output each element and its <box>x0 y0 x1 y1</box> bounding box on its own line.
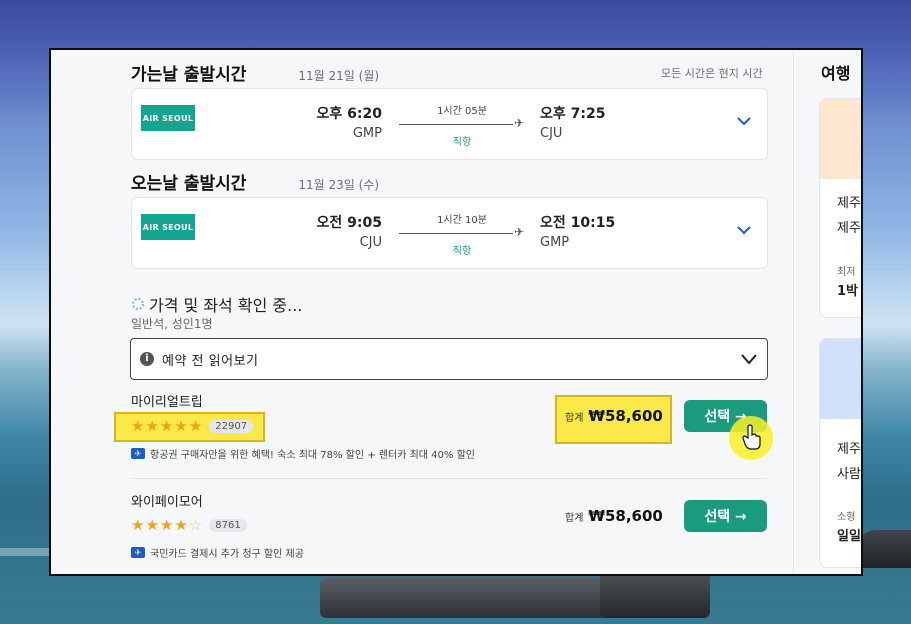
hotel-card-price: 1박 <box>837 284 859 299</box>
outbound-title: 가는날 출발시간 <box>131 65 247 85</box>
notice-label: 예약 전 읽어보기 <box>162 354 259 369</box>
rock <box>320 578 610 618</box>
flight-detail-page: 가는날 출발시간 11월 21일 (월) 모든 시간은 현지 시간 AIR SE… <box>51 50 861 574</box>
review-count: 8761 <box>209 518 247 532</box>
departure-airport: CJU <box>359 235 382 250</box>
car-card-price: 일일 <box>837 529 861 544</box>
inbound-flight-card[interactable]: AIR SEOUL 오전 9:05 CJU 1시간 10분 ✈ 직항 오전 10… <box>131 197 768 269</box>
car-card-image <box>820 339 861 419</box>
price-check-status: 가격 및 좌석 확인 중... <box>131 292 302 316</box>
star-icon: ★ <box>159 417 174 435</box>
price-value: ₩58,600 <box>588 507 663 525</box>
departure-time: 오전 9:05 <box>316 215 382 231</box>
inbound-date: 11월 23일 (수) <box>298 178 380 192</box>
half-star-icon: ☆ <box>188 516 203 534</box>
departure-time: 오후 6:20 <box>316 106 382 122</box>
promo-text: 국민카드 결제시 추가 청구 할인 제공 <box>150 549 304 560</box>
card-icon: ✈ <box>131 547 145 558</box>
star-icon: ★ <box>174 417 188 435</box>
star-rating: ★ ★ ★ ★ ☆ 8761 <box>131 516 247 534</box>
inbound-title: 오는날 출발시간 <box>131 174 247 194</box>
panel-divider <box>793 50 794 574</box>
star-rating: ★ ★ ★ ★ ★ 22907 <box>131 417 254 435</box>
outbound-header: 가는날 출발시간 11월 21일 (월) <box>131 60 379 85</box>
hotel-card-subtitle: 제주 <box>837 221 861 236</box>
departure-airport: GMP <box>352 126 382 141</box>
hotel-card-image <box>820 99 861 179</box>
total-label: 합계 <box>565 413 584 424</box>
inbound-header: 오는날 출발시간 11월 23일 (수) <box>131 169 379 194</box>
plane-icon: ✈ <box>514 116 525 130</box>
direct-flight-label: 직항 <box>452 137 472 148</box>
chevron-down-icon[interactable] <box>736 222 752 238</box>
plane-icon: ✈ <box>514 225 525 239</box>
browser-window: 가는날 출발시간 11월 21일 (월) 모든 시간은 현지 시간 AIR SE… <box>49 48 863 576</box>
rock <box>858 530 911 568</box>
sidebar-title: 여행 <box>821 64 851 83</box>
total-price: 합계 ₩58,600 <box>565 507 663 525</box>
hand-pointer-icon <box>742 424 761 450</box>
hotel-card-title: 제주 <box>837 196 861 211</box>
total-label: 합계 <box>565 513 584 524</box>
select-button[interactable]: 선택 → <box>684 500 767 532</box>
arrival-time: 오후 7:25 <box>540 106 606 122</box>
arrival-airport: CJU <box>540 126 563 141</box>
flight-duration: 1시간 05분 <box>437 106 487 117</box>
route-line <box>399 233 513 234</box>
car-card-subtitle: 사람 <box>837 467 861 482</box>
price-value: ₩58,600 <box>588 407 663 425</box>
star-icon: ★ <box>174 516 188 534</box>
star-icon: ★ <box>188 417 203 435</box>
air-seoul-logo: AIR SEOUL <box>141 105 195 131</box>
info-icon: i <box>140 352 154 366</box>
chevron-down-icon[interactable] <box>736 113 752 129</box>
pre-booking-notice-dropdown[interactable]: i 예약 전 읽어보기 <box>130 338 768 380</box>
star-icon: ★ <box>131 516 145 534</box>
hotel-card-small: 최저 <box>837 267 856 278</box>
car-card-small: 소형 <box>837 512 856 523</box>
arrival-time: 오전 10:15 <box>540 215 616 231</box>
cabin-passenger-info: 일반석, 성인1명 <box>131 317 213 331</box>
outbound-flight-card[interactable]: AIR SEOUL 오후 6:20 GMP 1시간 05분 ✈ 직항 오후 7:… <box>131 88 768 160</box>
star-icon: ★ <box>145 516 159 534</box>
plane-ticket-icon: ✈ <box>131 448 145 459</box>
star-icon: ★ <box>159 516 174 534</box>
offer-divider <box>131 478 767 479</box>
star-icon: ★ <box>131 417 145 435</box>
review-count: 22907 <box>209 419 254 433</box>
arrival-airport: GMP <box>540 235 570 250</box>
air-seoul-logo: AIR SEOUL <box>141 214 195 240</box>
timezone-note: 모든 시간은 현지 시간 <box>661 67 763 80</box>
total-price: 합계 ₩58,600 <box>565 407 663 425</box>
vendor-name: 마이리얼트립 <box>131 395 203 410</box>
promo-line: ✈ 항공권 구매자만을 위한 혜택! 숙소 최대 78% 할인 + 렌터카 최대… <box>131 446 475 461</box>
price-check-text: 가격 및 좌석 확인 중... <box>149 296 303 315</box>
promo-text: 항공권 구매자만을 위한 혜택! 숙소 최대 78% 할인 + 렌터카 최대 4… <box>150 450 475 461</box>
star-icon: ★ <box>145 417 159 435</box>
loading-spinner-icon <box>132 298 144 310</box>
car-card-title: 제주 <box>837 442 861 457</box>
flight-duration: 1시간 10분 <box>437 215 487 226</box>
route-line <box>399 124 513 125</box>
promo-line: ✈ 국민카드 결제시 추가 청구 할인 제공 <box>131 545 304 560</box>
rock <box>600 570 710 618</box>
vendor-name: 와이페이모어 <box>131 495 203 510</box>
outbound-date: 11월 21일 (월) <box>298 69 380 83</box>
direct-flight-label: 직항 <box>452 246 472 257</box>
chevron-down-icon <box>741 354 757 365</box>
